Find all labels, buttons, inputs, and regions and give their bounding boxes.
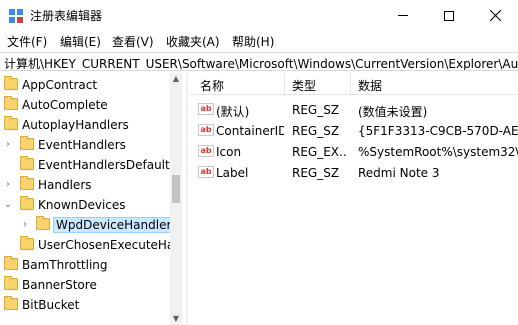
value-name: (默认): [216, 105, 250, 119]
menu-favorites[interactable]: 收藏夹(A): [166, 33, 220, 50]
folder-icon: [4, 256, 18, 270]
value-type: REG_SZ: [292, 124, 340, 138]
value-row[interactable]: ab Icon REG_EX... %SystemRoot%\system32\: [190, 141, 518, 162]
tree-item-wpddevicehandler[interactable]: › WpdDeviceHandler: [0, 215, 175, 235]
folder-icon: [20, 176, 34, 190]
folder-icon: [20, 156, 34, 170]
column-header-type[interactable]: 类型: [292, 77, 316, 94]
tree-item-bannerstore[interactable]: BannerStore: [0, 275, 170, 295]
tree-item-knowndevices[interactable]: ⌄ KnownDevices: [0, 195, 170, 215]
scroll-down-arrow-icon[interactable]: ▼: [170, 313, 182, 325]
tree-item-label: BitBucket: [22, 298, 80, 312]
folder-icon: [4, 276, 18, 290]
menu-view[interactable]: 查看(V): [112, 33, 154, 50]
ab-string-value-icon: ab: [198, 103, 214, 115]
scrollbar-thumb[interactable]: [172, 175, 180, 203]
tree-item-eventhandlers[interactable]: › EventHandlers: [0, 135, 170, 155]
minimize-button[interactable]: [380, 0, 426, 31]
value-name: ContainerID: [216, 124, 284, 138]
value-type: REG_SZ: [292, 166, 340, 180]
value-type: REG_SZ: [292, 103, 340, 117]
value-data: Redmi Note 3: [358, 166, 440, 180]
menu-bar: 文件(F) 编辑(E) 查看(V) 收藏夹(A) 帮助(H): [0, 31, 518, 51]
minimize-icon: [398, 15, 408, 16]
ab-string-value-icon: ab: [198, 124, 214, 136]
tree-item-bamthrottling[interactable]: BamThrottling: [0, 255, 170, 275]
folder-icon: [4, 116, 18, 130]
address-path[interactable]: 计算机\HKEY_CURRENT_USER\Software\Microsoft…: [4, 55, 518, 70]
close-button[interactable]: [472, 0, 518, 31]
tree-item-label: BannerStore: [22, 278, 97, 292]
maximize-button[interactable]: [426, 0, 472, 31]
folder-icon: [20, 136, 34, 150]
folder-icon: [4, 76, 18, 90]
tree-item-label: Handlers: [38, 178, 92, 192]
column-header-name[interactable]: 名称: [200, 77, 224, 94]
tree-item-label: EventHandlersDefaultS: [38, 158, 178, 172]
value-row[interactable]: ab Label REG_SZ Redmi Note 3: [190, 162, 518, 183]
regedit-app-icon: [9, 9, 23, 23]
values-list[interactable]: 名称 类型 数据 ab (默认) REG_SZ (数值未设置) ab Conta…: [190, 73, 518, 325]
scroll-up-arrow-icon[interactable]: ▲: [170, 73, 182, 85]
folder-icon: [20, 196, 34, 210]
chevron-right-icon[interactable]: ›: [3, 139, 13, 151]
value-row[interactable]: ab (默认) REG_SZ (数值未设置): [190, 99, 518, 120]
value-name: Icon: [216, 145, 242, 159]
value-row[interactable]: ab ContainerID REG_SZ {5F1F3313-C9CB-570…: [190, 120, 518, 141]
folder-icon: [20, 236, 34, 250]
menu-file[interactable]: 文件(F): [7, 33, 47, 50]
maximize-icon: [444, 10, 454, 21]
value-name: Label: [216, 166, 249, 180]
address-bar[interactable]: 计算机\HKEY_CURRENT_USER\Software\Microsoft…: [0, 52, 518, 71]
close-icon: [489, 10, 501, 21]
folder-icon: [4, 296, 18, 310]
chevron-right-icon[interactable]: ›: [20, 219, 30, 231]
tree-item-appcontract[interactable]: AppContract: [0, 75, 170, 95]
tree-item-autocomplete[interactable]: AutoComplete: [0, 95, 170, 115]
folder-icon: [4, 96, 18, 110]
tree-item-label: KnownDevices: [38, 198, 126, 212]
menu-help[interactable]: 帮助(H): [232, 33, 274, 50]
tree-item-label: UserChosenExecuteHa: [38, 238, 175, 252]
value-data: %SystemRoot%\system32\: [358, 145, 518, 159]
tree-item-label: EventHandlers: [38, 138, 126, 152]
ab-string-value-icon: ab: [198, 145, 214, 157]
tree-scrollbar[interactable]: ▲ ▼: [170, 73, 182, 325]
tree-item-handlers[interactable]: › Handlers: [0, 175, 170, 195]
tree-item-label: AppContract: [22, 78, 98, 92]
value-data: {5F1F3313-C9CB-570D-AED: [358, 124, 518, 138]
key-tree[interactable]: AppContract AutoComplete AutoplayHandler…: [0, 73, 182, 325]
tree-item-userchosenexecute[interactable]: UserChosenExecuteHa: [0, 235, 174, 255]
list-header: 名称 类型 数据: [190, 73, 518, 95]
chevron-down-icon[interactable]: ⌄: [3, 199, 13, 211]
tree-item-bitbucket[interactable]: BitBucket: [0, 295, 170, 315]
tree-item-autoplayhandlers[interactable]: AutoplayHandlers: [0, 115, 170, 135]
folder-icon: [36, 216, 50, 230]
column-header-data[interactable]: 数据: [358, 77, 382, 94]
column-divider[interactable]: [350, 73, 351, 95]
tree-item-label: AutoComplete: [22, 98, 108, 112]
tree-item-label: WpdDeviceHandler: [52, 217, 175, 233]
title-bar: 注册表编辑器: [0, 0, 518, 31]
value-data: (数值未设置): [358, 105, 428, 119]
value-type: REG_EX...: [292, 145, 348, 159]
ab-string-value-icon: ab: [198, 166, 214, 178]
pane-splitter[interactable]: [186, 73, 188, 325]
column-divider[interactable]: [284, 73, 285, 95]
tree-item-eventhandlersdefault[interactable]: EventHandlersDefaultS: [0, 155, 177, 175]
tree-item-label: BamThrottling: [22, 258, 108, 272]
menu-edit[interactable]: 编辑(E): [60, 33, 101, 50]
tree-item-label: AutoplayHandlers: [22, 118, 129, 132]
chevron-right-icon[interactable]: ›: [3, 179, 13, 191]
window-title: 注册表编辑器: [30, 9, 103, 23]
